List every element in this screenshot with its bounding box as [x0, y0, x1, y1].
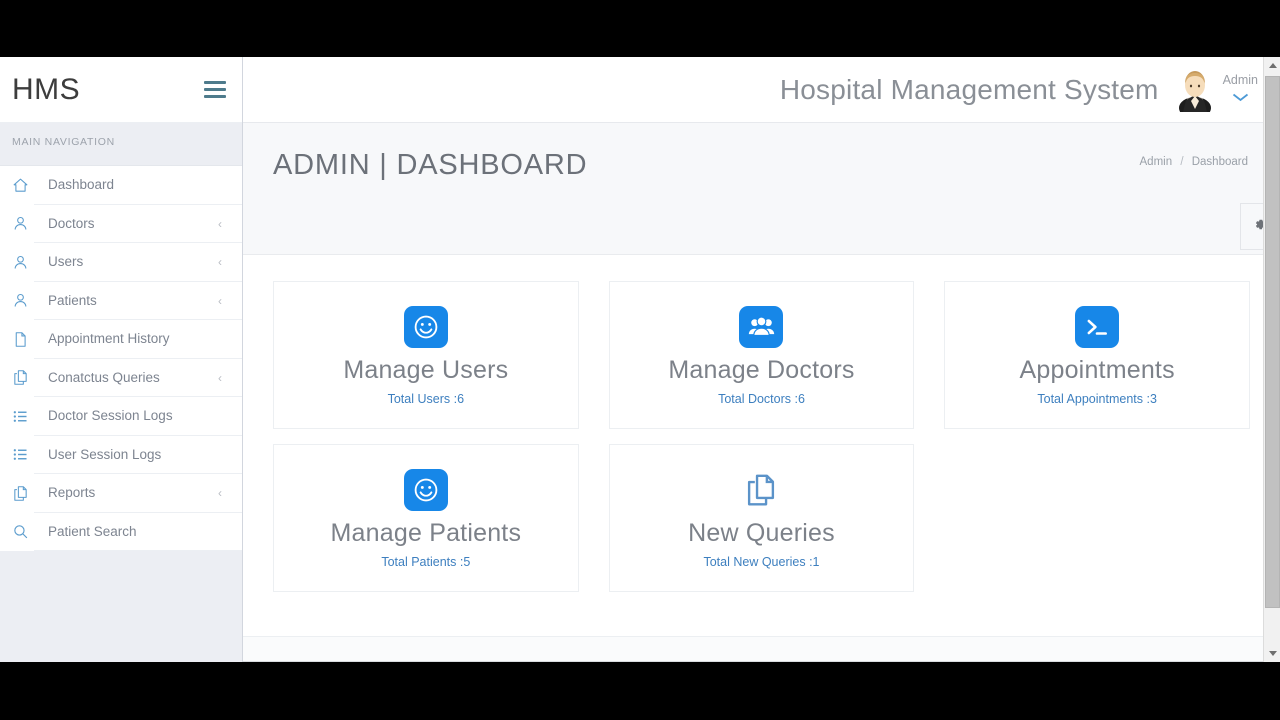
- page-header: ADMIN | DASHBOARD Admin / Dashboard: [243, 123, 1280, 255]
- top-navbar: Hospital Management System Admin: [243, 57, 1280, 123]
- dashboard-main: Manage Users Total Users :6 Manage Doctors…: [243, 255, 1280, 626]
- card-manage-patients[interactable]: Manage Patients Total Patients :5: [273, 444, 579, 592]
- search-icon: [12, 523, 34, 540]
- app-title: Hospital Management System: [779, 73, 1159, 105]
- chevron-left-icon[interactable]: ‹: [218, 218, 222, 230]
- sidebar-item-doctors[interactable]: Doctors ‹: [0, 205, 242, 243]
- list-icon: [12, 446, 34, 463]
- dashboard-card-grid: Manage Users Total Users :6 Manage Doctors…: [258, 281, 1265, 607]
- vertical-scrollbar[interactable]: [1263, 57, 1280, 662]
- letterbox-top: [0, 0, 1280, 57]
- chevron-left-icon[interactable]: ‹: [218, 487, 222, 499]
- sidebar-item-label: Patient Search: [34, 513, 242, 551]
- footer-spacer: [243, 626, 1280, 636]
- chevron-down-icon[interactable]: [1232, 89, 1249, 107]
- breadcrumb: Admin / Dashboard: [1140, 156, 1248, 168]
- sidebar-item-label: User Session Logs: [34, 436, 242, 474]
- card-title: Manage Doctors: [668, 356, 855, 384]
- page-title: ADMIN | DASHBOARD: [273, 149, 588, 181]
- copy-files-icon: [12, 485, 34, 502]
- dashboard-card-column: Manage Doctors Total Doctors :6: [594, 281, 930, 444]
- hamburger-icon[interactable]: [204, 81, 226, 98]
- sidebar-item-users[interactable]: Users ‹: [0, 243, 242, 282]
- card-subtitle: Total New Queries :1: [703, 555, 820, 569]
- scroll-thumb[interactable]: [1265, 76, 1280, 608]
- sidebar-item-appointment-history[interactable]: Appointment History: [0, 320, 242, 359]
- card-appointments[interactable]: Appointments Total Appointments :3: [944, 281, 1250, 429]
- sidebar-item-label: Doctors: [34, 205, 242, 243]
- letterbox-bottom: [0, 662, 1280, 720]
- avatar: [1173, 68, 1217, 119]
- card-manage-users[interactable]: Manage Users Total Users :6: [273, 281, 579, 429]
- content-area: Hospital Management System Admin ADMIN |…: [243, 57, 1280, 662]
- user-menu[interactable]: Admin: [1173, 68, 1258, 119]
- card-title: Appointments: [1019, 356, 1175, 384]
- page-footer: [243, 636, 1280, 662]
- terminal-icon: [1075, 306, 1120, 348]
- card-manage-doctors[interactable]: Manage Doctors Total Doctors :6: [608, 281, 915, 429]
- scroll-down-arrow[interactable]: [1264, 645, 1280, 662]
- copy-files-icon: [739, 469, 783, 511]
- sidebar-item-label: Dashboard: [34, 166, 242, 205]
- card-subtitle: Total Patients :5: [381, 555, 471, 569]
- brand-logo[interactable]: HMS: [12, 73, 80, 107]
- home-icon: [12, 177, 34, 194]
- breadcrumb-root[interactable]: Admin: [1140, 156, 1173, 168]
- user-meta: Admin: [1223, 73, 1258, 107]
- user-icon: [12, 254, 34, 271]
- card-subtitle: Total Appointments :3: [1037, 392, 1157, 406]
- sidebar: HMS MAIN NAVIGATION Dashboard Doctors ‹ Use…: [0, 57, 243, 662]
- user-icon: [12, 215, 34, 232]
- sidebar-section-title: MAIN NAVIGATION: [0, 123, 242, 166]
- sidebar-item-label: Appointment History: [34, 320, 242, 359]
- sidebar-item-reports[interactable]: Reports ‹: [0, 474, 242, 513]
- breadcrumb-separator: /: [1180, 156, 1184, 168]
- chevron-left-icon[interactable]: ‹: [218, 295, 222, 307]
- application-window: HMS MAIN NAVIGATION Dashboard Doctors ‹ Use…: [0, 57, 1280, 662]
- dashboard-card-column: Manage Patients Total Patients :5: [258, 444, 594, 607]
- copy-files-icon: [12, 369, 34, 386]
- card-subtitle: Total Doctors :6: [718, 392, 805, 406]
- chevron-left-icon[interactable]: ‹: [218, 372, 222, 384]
- sidebar-item-dashboard[interactable]: Dashboard: [0, 166, 242, 205]
- dashboard-card-column: Appointments Total Appointments :3: [929, 281, 1265, 444]
- smiley-face-icon: [403, 306, 448, 348]
- sidebar-item-user-session-logs[interactable]: User Session Logs: [0, 436, 242, 474]
- user-name: Admin: [1222, 72, 1258, 87]
- sidebar-item-patients[interactable]: Patients ‹: [0, 282, 242, 320]
- sidebar-item-label: Reports: [34, 474, 242, 513]
- sidebar-item-patient-search[interactable]: Patient Search: [0, 513, 242, 551]
- sidebar-item-label: Patients: [34, 282, 242, 320]
- card-title: Manage Users: [343, 356, 509, 384]
- sidebar-item-conatctus-queries[interactable]: Conatctus Queries ‹: [0, 359, 242, 397]
- user-icon: [12, 292, 34, 309]
- scroll-up-arrow[interactable]: [1264, 57, 1280, 74]
- sidebar-nav-list: Dashboard Doctors ‹ Users ‹ Patients ‹ Appointm…: [0, 166, 242, 551]
- sidebar-logo-bar: HMS: [0, 57, 242, 123]
- file-icon: [12, 331, 34, 348]
- sidebar-item-doctor-session-logs[interactable]: Doctor Session Logs: [0, 397, 242, 436]
- sidebar-item-label: Users: [34, 243, 242, 282]
- smiley-face-icon: [403, 469, 448, 511]
- list-icon: [12, 408, 34, 425]
- card-new-queries[interactable]: New Queries Total New Queries :1: [608, 444, 915, 592]
- dashboard-card-column: New Queries Total New Queries :1: [594, 444, 930, 607]
- breadcrumb-current: Dashboard: [1191, 156, 1248, 168]
- sidebar-item-label: Doctor Session Logs: [34, 397, 242, 436]
- people-group-icon: [739, 306, 784, 348]
- dashboard-card-column: Manage Users Total Users :6: [258, 281, 594, 444]
- sidebar-filler: [0, 551, 242, 662]
- card-title: Manage Patients: [330, 519, 522, 547]
- chevron-left-icon[interactable]: ‹: [218, 256, 222, 268]
- card-title: New Queries: [688, 519, 835, 547]
- card-subtitle: Total Users :6: [387, 392, 465, 406]
- sidebar-item-label: Conatctus Queries: [34, 359, 242, 397]
